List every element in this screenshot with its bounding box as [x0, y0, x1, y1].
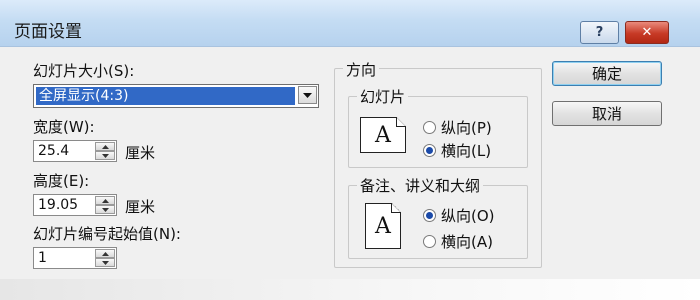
- slides-orientation-title: 幻灯片: [357, 86, 409, 107]
- page-letter: A: [375, 213, 391, 239]
- slide-size-value: 全屏显示(4:3): [36, 87, 295, 105]
- slides-landscape-radio[interactable]: 横向(L): [423, 140, 491, 161]
- spin-up-icon[interactable]: [95, 196, 115, 205]
- height-input[interactable]: 19.05: [33, 194, 117, 216]
- numbering-spinner[interactable]: [95, 249, 115, 267]
- numbering-input[interactable]: 1: [33, 247, 117, 269]
- page-setup-dialog: 页面设置 ? ✕ 幻灯片大小(S): 全屏显示(4:3) 宽度(W): 25.4…: [0, 0, 700, 300]
- width-unit: 厘米: [125, 144, 156, 162]
- notes-portrait-label: 纵向(O): [441, 207, 495, 225]
- orientation-title: 方向: [343, 59, 380, 80]
- dialog-bottom-edge: [0, 279, 700, 300]
- close-button[interactable]: ✕: [625, 21, 669, 44]
- width-input[interactable]: 25.4: [33, 140, 117, 162]
- notes-landscape-label: 横向(A): [441, 233, 493, 251]
- cancel-button[interactable]: 取消: [552, 101, 662, 126]
- radio-checked-icon[interactable]: [423, 209, 436, 222]
- spin-down-icon[interactable]: [95, 205, 115, 214]
- slides-portrait-label: 纵向(P): [441, 119, 492, 137]
- notes-portrait-radio[interactable]: 纵向(O): [423, 205, 495, 226]
- portrait-page-icon: A: [365, 203, 401, 249]
- spin-down-icon[interactable]: [95, 151, 115, 160]
- help-button[interactable]: ?: [580, 21, 619, 44]
- landscape-page-icon: A: [360, 117, 406, 153]
- dialog-title: 页面设置: [14, 22, 82, 42]
- numbering-label: 幻灯片编号起始值(N):: [33, 225, 181, 243]
- notes-landscape-radio[interactable]: 横向(A): [423, 231, 493, 252]
- height-spinner[interactable]: [95, 196, 115, 214]
- ok-button[interactable]: 确定: [552, 61, 662, 86]
- chevron-down-icon[interactable]: [298, 86, 317, 104]
- close-icon: ✕: [641, 25, 653, 40]
- height-value: 19.05: [38, 197, 79, 213]
- title-bar[interactable]: 页面设置 ? ✕: [0, 0, 700, 47]
- width-label: 宽度(W):: [33, 118, 95, 136]
- width-value: 25.4: [38, 143, 70, 159]
- spin-up-icon[interactable]: [95, 142, 115, 151]
- slides-portrait-radio[interactable]: 纵向(P): [423, 117, 492, 138]
- slide-size-select[interactable]: 全屏显示(4:3): [33, 84, 319, 108]
- spin-up-icon[interactable]: [95, 249, 115, 258]
- height-unit: 厘米: [125, 198, 156, 216]
- help-icon: ?: [595, 25, 604, 40]
- radio-checked-icon[interactable]: [423, 144, 436, 157]
- radio-unchecked-icon[interactable]: [423, 235, 436, 248]
- page-letter: A: [375, 122, 391, 148]
- notes-orientation-title: 备注、讲义和大纲: [357, 175, 484, 196]
- height-label: 高度(E):: [33, 172, 90, 190]
- slides-landscape-label: 横向(L): [441, 142, 492, 160]
- width-spinner[interactable]: [95, 142, 115, 160]
- numbering-value: 1: [38, 250, 47, 266]
- radio-unchecked-icon[interactable]: [423, 121, 436, 134]
- slide-size-label: 幻灯片大小(S):: [33, 62, 135, 80]
- spin-down-icon[interactable]: [95, 258, 115, 267]
